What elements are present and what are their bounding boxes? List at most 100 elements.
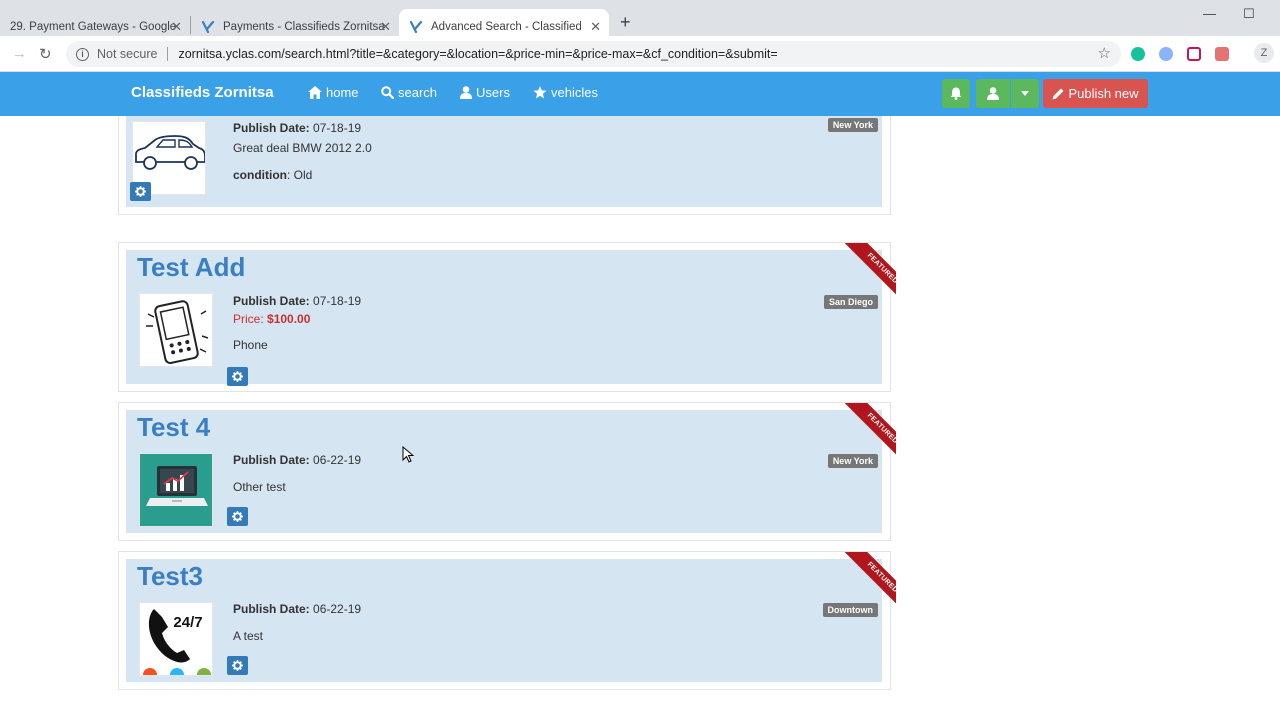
browser-toolbar: → ↻ i Not secure zornitsa.yclas.com/sear… bbox=[0, 36, 1280, 72]
listing-condition: condition: Old bbox=[233, 168, 313, 182]
close-icon[interactable]: ✕ bbox=[380, 19, 391, 35]
listing-settings-button[interactable] bbox=[227, 656, 248, 675]
tab-title: Payments - Classifieds Zornitsa bbox=[223, 20, 385, 33]
listing-thumbnail[interactable] bbox=[139, 453, 213, 527]
site-navbar: Classifieds Zornitsa home search Users v… bbox=[0, 72, 1280, 116]
nav-users[interactable]: Users bbox=[460, 85, 510, 100]
close-icon[interactable]: ✕ bbox=[171, 19, 182, 35]
info-extension-icon[interactable] bbox=[1159, 47, 1173, 61]
featured-ribbon-label: FEATURED bbox=[840, 552, 896, 618]
new-tab-icon[interactable]: + bbox=[620, 12, 631, 33]
listing-card-body: Publish Date: 07-18-19 Great deal BMW 20… bbox=[126, 116, 882, 207]
location-badge[interactable]: New York bbox=[827, 118, 878, 132]
pocket-extension-icon[interactable] bbox=[1187, 47, 1201, 61]
bell-icon bbox=[950, 87, 962, 100]
publish-date-value: 07-18-19 bbox=[313, 294, 362, 308]
listing-card-body: Test3 24/7 Publish Date: 06-22-19 A test… bbox=[126, 559, 882, 682]
featured-ribbon-label: FEATURED bbox=[840, 243, 896, 309]
condition-label: condition bbox=[233, 168, 287, 182]
nav-vehicles[interactable]: vehicles bbox=[533, 85, 598, 100]
publish-new-button[interactable]: Publish new bbox=[1043, 79, 1148, 108]
listing-thumbnail[interactable] bbox=[139, 293, 213, 367]
listing-settings-button[interactable] bbox=[130, 182, 151, 201]
listing-card-body: Test Add Publish Date: 07-18-19 Price: $… bbox=[126, 250, 882, 386]
star-icon bbox=[533, 86, 547, 99]
listing-publish-date: Publish Date: 06-22-19 bbox=[233, 453, 361, 467]
condition-value: Old bbox=[293, 168, 313, 182]
nav-search[interactable]: search bbox=[381, 85, 437, 100]
search-icon bbox=[381, 86, 394, 99]
user-menu-dropdown-toggle[interactable] bbox=[1011, 79, 1039, 108]
bookmark-star-icon[interactable]: ☆ bbox=[1098, 44, 1111, 62]
user-icon bbox=[987, 87, 999, 100]
support-24-7-text: 24/7 bbox=[173, 614, 202, 631]
grammarly-extension-icon[interactable] bbox=[1131, 47, 1145, 61]
search-results: Publish Date: 07-18-19 Great deal BMW 20… bbox=[0, 116, 1280, 720]
address-bar[interactable]: i Not secure zornitsa.yclas.com/search.h… bbox=[66, 41, 1121, 67]
listing-thumbnail[interactable]: 24/7 bbox=[139, 602, 213, 676]
price-label: Price: bbox=[233, 312, 264, 326]
laptop-icon bbox=[140, 454, 212, 526]
nav-search-label: search bbox=[398, 85, 438, 100]
gear-icon bbox=[232, 660, 243, 671]
user-icon bbox=[460, 86, 472, 99]
pencil-icon bbox=[1052, 88, 1064, 99]
listing-title[interactable]: Test3 bbox=[137, 561, 203, 592]
nav-vehicles-label: vehicles bbox=[551, 85, 598, 100]
publish-date-label: Publish Date: bbox=[233, 453, 310, 467]
featured-ribbon-label: FEATURED bbox=[840, 403, 896, 469]
price-value: $100.00 bbox=[267, 312, 311, 326]
nav-users-label: Users bbox=[476, 85, 510, 100]
listing-card-body: Test 4 Publish Date: 06-22-19 Other test… bbox=[126, 410, 882, 533]
listing-description: A test bbox=[233, 629, 264, 643]
nav-home-label: home bbox=[326, 85, 359, 100]
listing-card: Test 4 Publish Date: 06-22-19 Other test… bbox=[118, 402, 896, 541]
nav-home[interactable]: home bbox=[308, 85, 359, 100]
publish-new-label: Publish new bbox=[1068, 86, 1139, 101]
user-menu-button[interactable] bbox=[976, 79, 1010, 108]
maximize-icon[interactable]: ☐ bbox=[1243, 6, 1255, 22]
gear-icon bbox=[232, 371, 243, 382]
listing-publish-date: Publish Date: 07-18-19 bbox=[233, 121, 361, 135]
close-icon[interactable]: ✕ bbox=[590, 19, 601, 35]
listing-description: Phone bbox=[233, 338, 268, 352]
listing-card: Test3 24/7 Publish Date: 06-22-19 A test… bbox=[118, 551, 896, 690]
tab-title: Advanced Search - Classifieds Zo bbox=[431, 20, 581, 33]
profile-avatar[interactable]: Z bbox=[1254, 43, 1274, 63]
listing-settings-button[interactable] bbox=[227, 507, 248, 526]
car-icon bbox=[135, 135, 205, 170]
featured-ribbon: FEATURED bbox=[830, 243, 896, 309]
listing-title[interactable]: Test 4 bbox=[137, 412, 210, 443]
url-text[interactable]: zornitsa.yclas.com/search.html?title=&ca… bbox=[178, 47, 777, 61]
home-icon bbox=[308, 86, 322, 99]
security-label: Not secure bbox=[97, 47, 158, 61]
mouse-cursor-icon bbox=[402, 446, 414, 463]
info-icon[interactable]: i bbox=[76, 47, 89, 61]
gear-icon bbox=[232, 511, 243, 522]
publish-date-label: Publish Date: bbox=[233, 294, 310, 308]
listing-publish-date: Publish Date: 07-18-19 bbox=[233, 294, 361, 308]
notifications-button[interactable] bbox=[942, 79, 970, 108]
listing-settings-button[interactable] bbox=[227, 367, 248, 386]
support-24-7-icon: 24/7 bbox=[143, 609, 211, 675]
listing-card: Publish Date: 07-18-19 Great deal BMW 20… bbox=[118, 116, 891, 215]
forward-icon[interactable]: → bbox=[12, 45, 27, 62]
publish-date-label: Publish Date: bbox=[233, 121, 310, 135]
listing-description: Great deal BMW 2012 2.0 bbox=[233, 141, 372, 155]
extension-icon[interactable] bbox=[1215, 47, 1229, 61]
yclas-favicon-icon bbox=[409, 20, 423, 33]
featured-ribbon: FEATURED bbox=[830, 552, 896, 618]
site-brand[interactable]: Classifieds Zornitsa bbox=[131, 84, 274, 101]
yclas-favicon-icon bbox=[201, 20, 215, 33]
publish-date-label: Publish Date: bbox=[233, 602, 310, 616]
listing-card: Test Add Publish Date: 07-18-19 Price: $… bbox=[118, 242, 896, 392]
minimize-icon[interactable]: — bbox=[1203, 6, 1216, 21]
reload-icon[interactable]: ↻ bbox=[39, 45, 52, 63]
publish-date-value: 06-22-19 bbox=[313, 453, 362, 467]
gear-icon bbox=[135, 186, 146, 197]
listing-title[interactable]: Test Add bbox=[137, 252, 245, 283]
listing-publish-date: Publish Date: 06-22-19 bbox=[233, 602, 361, 616]
caret-down-icon bbox=[1021, 91, 1029, 96]
divider bbox=[167, 47, 169, 61]
phone-icon bbox=[146, 300, 209, 364]
